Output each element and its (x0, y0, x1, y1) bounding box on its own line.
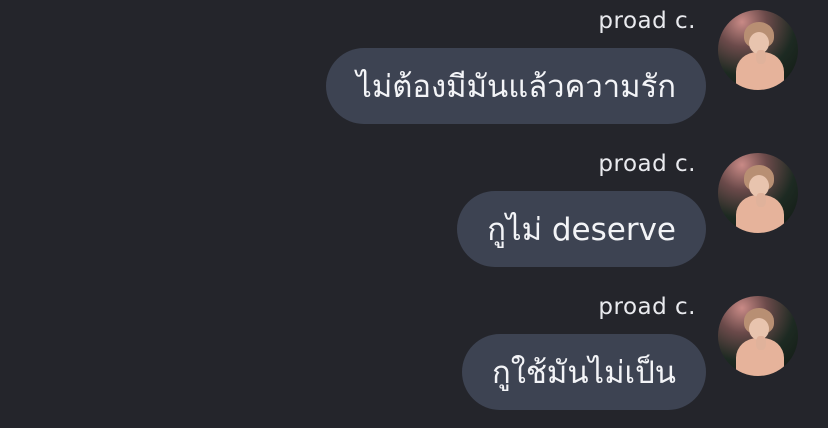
message-group: proad c. ไม่ต้องมีมันแล้วความรัก (0, 0, 828, 130)
sender-name: proad c. (598, 151, 696, 177)
message-group: proad c. กูไม่ deserve (0, 143, 828, 273)
message-bubble[interactable]: ไม่ต้องมีมันแล้วความรัก (326, 48, 706, 124)
sender-name: proad c. (598, 294, 696, 320)
message-bubble[interactable]: กูไม่ deserve (457, 191, 706, 267)
avatar[interactable] (718, 10, 798, 90)
avatar[interactable] (718, 296, 798, 376)
avatar[interactable] (718, 153, 798, 233)
chat-thread: proad c. ไม่ต้องมีมันแล้วความรัก proad c… (0, 0, 828, 428)
avatar-hand (756, 336, 766, 350)
message-bubble[interactable]: กูใช้มันไม่เป็น (461, 334, 706, 410)
message-group: proad c. กูใช้มันไม่เป็น (0, 286, 828, 416)
avatar-hand (756, 193, 766, 207)
sender-name: proad c. (598, 8, 696, 34)
avatar-hand (756, 50, 766, 64)
